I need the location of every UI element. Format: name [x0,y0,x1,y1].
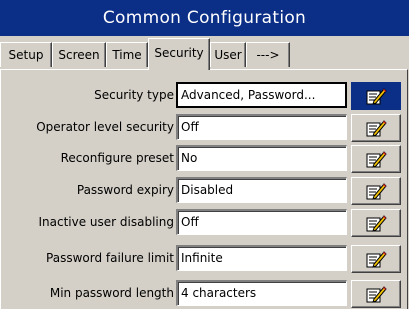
operator-level-security-field[interactable]: Off [176,114,347,140]
window-title: Common Configuration [0,0,409,36]
edit-icon [365,249,387,269]
edit-icon [365,118,387,138]
edit-icon [365,86,387,106]
password-expiry-field[interactable]: Disabled [176,177,347,203]
operator-level-security-edit-button[interactable] [351,114,401,142]
setting-row-password-expiry: Password expiry Disabled [0,177,409,205]
tab-more[interactable]: ---> [246,42,290,67]
password-expiry-edit-button[interactable] [351,177,401,205]
setting-row-operator-level-security: Operator level security Off [0,114,409,142]
setting-row-min-password-length: Min password length 4 characters [0,280,409,308]
reconfigure-preset-field[interactable]: No [176,145,347,171]
setting-row-inactive-user-disabling: Inactive user disabling Off [0,209,409,237]
setting-label: Min password length [49,286,174,300]
setting-label: Reconfigure preset [60,151,174,165]
password-failure-limit-edit-button[interactable] [351,245,401,273]
tab-time[interactable]: Time [106,42,148,67]
setting-row-security-type: Security type Advanced, Password... [0,82,409,110]
tab-bar: Setup Screen Time Security User ---> [0,38,409,70]
tab-user[interactable]: User [210,42,246,67]
setting-label: Inactive user disabling [38,215,175,229]
min-password-length-field[interactable]: 4 characters [176,280,347,306]
tab-security[interactable]: Security [148,38,210,70]
security-type-edit-button[interactable] [351,82,401,110]
edit-icon [365,149,387,169]
inactive-user-disabling-edit-button[interactable] [351,209,401,237]
setting-label: Operator level security [36,120,174,134]
setting-label: Password failure limit [46,251,174,265]
common-configuration-window: Common Configuration Setup Screen Time S… [0,0,409,309]
min-password-length-edit-button[interactable] [351,280,401,308]
password-failure-limit-field[interactable]: Infinite [176,245,347,271]
edit-icon [365,284,387,304]
setting-row-password-failure-limit: Password failure limit Infinite [0,245,409,273]
security-type-field[interactable]: Advanced, Password... [176,82,347,108]
setting-label: Password expiry [76,183,174,197]
reconfigure-preset-edit-button[interactable] [351,145,401,173]
tab-setup[interactable]: Setup [0,42,52,67]
setting-label: Security type [94,88,174,102]
setting-row-reconfigure-preset: Reconfigure preset No [0,145,409,173]
edit-icon [365,181,387,201]
tab-screen[interactable]: Screen [52,42,106,67]
edit-icon [365,213,387,233]
inactive-user-disabling-field[interactable]: Off [176,209,347,235]
